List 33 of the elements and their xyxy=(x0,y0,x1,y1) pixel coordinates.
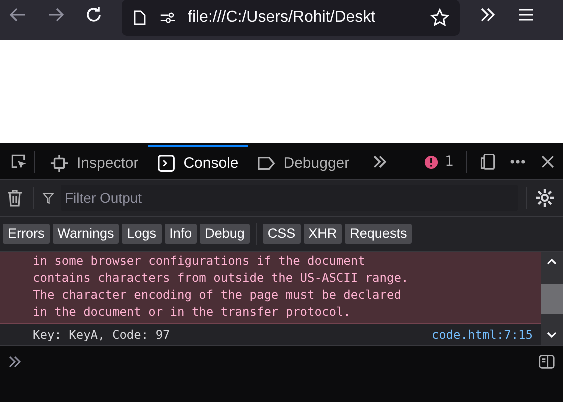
filter-field[interactable]: Filter Output xyxy=(61,185,518,211)
scrollbar[interactable] xyxy=(541,252,563,345)
filter-toggle-button[interactable]: Debug xyxy=(200,224,250,244)
devtools-tab[interactable]: Inspector xyxy=(41,145,148,179)
trash-icon[interactable] xyxy=(5,188,25,208)
element-picker-icon[interactable] xyxy=(10,153,28,171)
log-message: Key: KeyA, Code: 97 xyxy=(33,328,170,342)
source-link[interactable]: code.html:7:15 xyxy=(432,328,533,342)
funnel-icon xyxy=(42,192,55,204)
error-message: in some browser configurations if the document contains characters from outside the US-ASCII range. The character encoding of the page must be declared in the document or in the transfer protocol. xyxy=(33,253,410,321)
prompt-chevrons-icon xyxy=(7,354,23,370)
sliders-icon[interactable] xyxy=(160,10,176,26)
page-icon xyxy=(132,10,148,26)
filter-toggle-button[interactable]: CSS xyxy=(262,224,301,244)
frame-icon xyxy=(50,154,69,172)
url-text: file:///C:/Users/Rohit/Deskt xyxy=(188,9,377,27)
devtools-tab[interactable]: Debugger xyxy=(248,145,359,179)
filter-toggle-button[interactable]: Warnings xyxy=(52,224,120,244)
error-icon xyxy=(424,154,440,170)
reload-icon[interactable] xyxy=(84,5,104,25)
error-count[interactable]: 1 xyxy=(418,154,460,170)
settings-icon[interactable] xyxy=(535,188,555,208)
star-icon[interactable] xyxy=(430,8,450,28)
responsive-design-icon[interactable] xyxy=(479,153,497,171)
terminal-icon xyxy=(156,154,176,172)
address-bar[interactable]: file:///C:/Users/Rohit/Deskt xyxy=(122,0,460,36)
close-icon[interactable] xyxy=(539,153,557,171)
filter-toggle-button[interactable]: Logs xyxy=(122,224,162,244)
filter-toggle-button[interactable]: Errors xyxy=(3,224,50,244)
filter-toggle-button[interactable]: XHR xyxy=(304,224,342,244)
filter-toggle-button[interactable]: Requests xyxy=(345,224,412,244)
filter-toggle-button[interactable]: Info xyxy=(164,224,198,244)
sidebar-toggle-icon[interactable] xyxy=(539,354,555,370)
